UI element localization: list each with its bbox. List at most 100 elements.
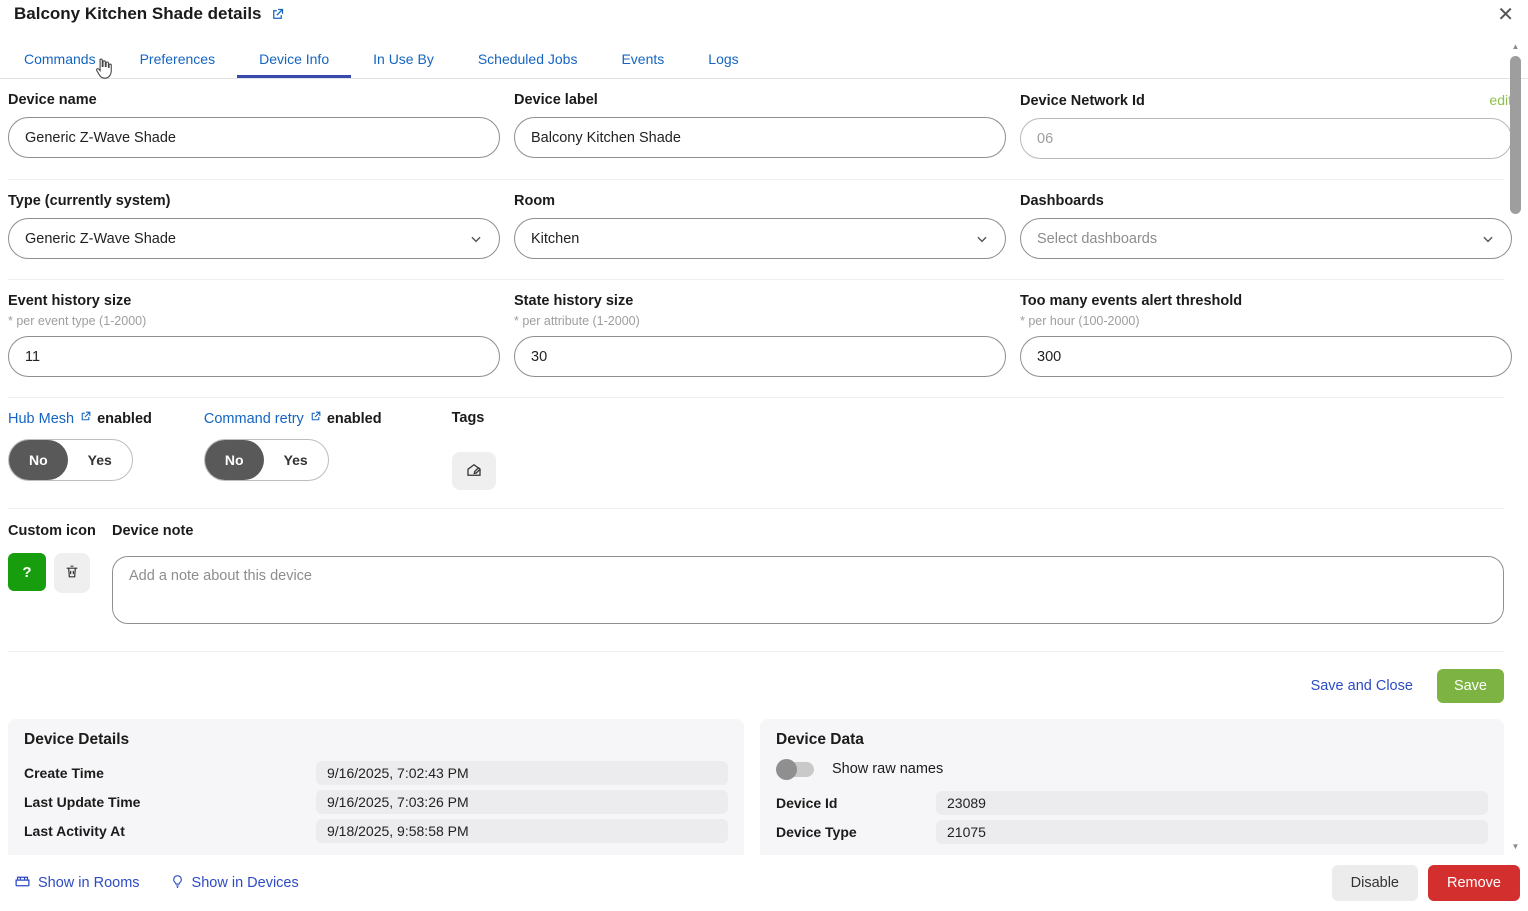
tab-commands[interactable]: Commands — [2, 42, 118, 78]
custom-icon-button[interactable]: ? — [8, 553, 46, 591]
tab-scheduled-jobs[interactable]: Scheduled Jobs — [456, 42, 600, 78]
page-title: Balcony Kitchen Shade details — [14, 4, 262, 24]
header: Balcony Kitchen Shade details ✕ — [0, 0, 1528, 30]
tags-group: Tags — [452, 410, 496, 490]
form-row-note: Custom icon ? Device note — [8, 509, 1504, 652]
state-history-input[interactable] — [514, 336, 1006, 377]
trash-icon — [64, 563, 80, 583]
show-in-devices-link[interactable]: Show in Devices — [170, 873, 299, 894]
hub-mesh-link[interactable]: Hub Mesh — [8, 411, 74, 427]
last-activity-at-value: 9/18/2025, 9:58:58 PM — [316, 819, 728, 843]
table-row: Device Id 23089 — [776, 791, 1488, 815]
open-in-new-icon[interactable] — [270, 7, 285, 22]
device-details-window: Balcony Kitchen Shade details ✕ Commands… — [0, 0, 1528, 911]
room-label: Room — [514, 193, 1006, 209]
device-name-label: Device name — [8, 92, 500, 108]
device-details-panel: Device Details Create Time 9/16/2025, 7:… — [8, 719, 744, 859]
alert-threshold-field-group: Too many events alert threshold * per ho… — [1020, 293, 1512, 377]
save-button[interactable]: Save — [1437, 669, 1504, 703]
device-network-id-label: Device Network Id — [1020, 93, 1145, 109]
device-label-input[interactable] — [514, 117, 1006, 158]
room-field-group: Room Kitchen — [514, 193, 1006, 259]
last-activity-at-label: Last Activity At — [24, 823, 316, 839]
device-id-label: Device Id — [776, 795, 936, 811]
scroll-up-arrow-icon[interactable]: ▲ — [1509, 40, 1522, 53]
toggle-knob — [776, 759, 797, 780]
tab-preferences[interactable]: Preferences — [118, 42, 237, 78]
event-history-field-group: Event history size * per event type (1-2… — [8, 293, 500, 377]
remove-button[interactable]: Remove — [1428, 865, 1520, 901]
vertical-scrollbar[interactable]: ▲ ▼ — [1509, 40, 1522, 853]
open-in-new-icon[interactable] — [309, 410, 322, 427]
tab-bar: Commands Preferences Device Info In Use … — [0, 42, 1528, 79]
device-name-input[interactable] — [8, 117, 500, 158]
device-network-id-input[interactable] — [1020, 118, 1512, 159]
tab-in-use-by[interactable]: In Use By — [351, 42, 456, 78]
device-type-value: 21075 — [936, 820, 1488, 844]
tab-device-info[interactable]: Device Info — [237, 42, 351, 78]
lightbulb-icon — [170, 873, 185, 894]
last-update-time-value: 9/16/2025, 7:03:26 PM — [316, 790, 728, 814]
dashboards-select[interactable]: Select dashboards — [1020, 218, 1512, 259]
form-row-type-room: Type (currently system) Generic Z-Wave S… — [8, 180, 1504, 280]
info-panels: Device Details Create Time 9/16/2025, 7:… — [8, 719, 1504, 859]
table-row: Last Activity At 9/18/2025, 9:58:58 PM — [24, 819, 728, 843]
event-history-hint: * per event type (1-2000) — [8, 314, 500, 328]
state-history-hint: * per attribute (1-2000) — [514, 314, 1006, 328]
scroll-down-arrow-icon[interactable]: ▼ — [1509, 840, 1522, 853]
open-in-new-icon[interactable] — [79, 410, 92, 427]
scrollbar-thumb[interactable] — [1510, 56, 1521, 214]
show-in-devices-label: Show in Devices — [192, 875, 299, 891]
device-network-id-field-group: Device Network Id edit — [1020, 92, 1512, 159]
room-select[interactable]: Kitchen — [514, 218, 1006, 259]
alert-threshold-hint: * per hour (100-2000) — [1020, 314, 1512, 328]
close-icon[interactable]: ✕ — [1497, 5, 1514, 25]
custom-icon-label: Custom icon — [8, 523, 112, 539]
command-retry-yes-option[interactable]: Yes — [264, 440, 328, 480]
show-raw-names-toggle[interactable] — [778, 762, 814, 777]
show-in-rooms-link[interactable]: Show in Rooms — [14, 873, 140, 894]
edit-tags-button[interactable] — [452, 452, 496, 490]
custom-icon-group: Custom icon ? — [8, 523, 112, 629]
room-icon — [14, 873, 31, 894]
last-update-time-label: Last Update Time — [24, 794, 316, 810]
tab-logs[interactable]: Logs — [686, 42, 760, 78]
device-note-group: Device note — [112, 523, 1504, 629]
command-retry-no-option[interactable]: No — [205, 440, 264, 480]
room-select-value: Kitchen — [531, 231, 579, 247]
command-retry-link[interactable]: Command retry — [204, 411, 304, 427]
command-retry-toggle[interactable]: No Yes — [204, 439, 329, 481]
event-history-label: Event history size — [8, 293, 500, 309]
device-note-textarea[interactable] — [112, 556, 1504, 624]
hub-mesh-toggle[interactable]: No Yes — [8, 439, 133, 481]
disable-button[interactable]: Disable — [1332, 865, 1418, 901]
device-label-field-group: Device label — [514, 92, 1006, 159]
tags-label: Tags — [452, 410, 485, 426]
save-actions: Save and Close Save — [8, 652, 1504, 719]
hub-mesh-group: Hub Mesh enabled No Yes — [8, 410, 152, 490]
device-data-title: Device Data — [776, 731, 1488, 749]
chevron-down-icon — [975, 232, 989, 250]
save-and-close-link[interactable]: Save and Close — [1311, 678, 1413, 694]
device-note-label: Device note — [112, 523, 1504, 539]
dashboards-field-group: Dashboards Select dashboards — [1020, 193, 1512, 259]
device-label-label: Device label — [514, 92, 1006, 108]
tag-edit-icon — [465, 461, 483, 482]
tab-events[interactable]: Events — [599, 42, 686, 78]
form-row-identity: Device name Device label Device Network … — [8, 79, 1504, 180]
event-history-input[interactable] — [8, 336, 500, 377]
type-select[interactable]: Generic Z-Wave Shade — [8, 218, 500, 259]
device-name-field-group: Device name — [8, 92, 500, 159]
device-data-panel: Device Data Show raw names Device Id 230… — [760, 719, 1504, 859]
command-retry-group: Command retry enabled No Yes — [204, 410, 382, 490]
hub-mesh-yes-option[interactable]: Yes — [68, 440, 132, 480]
hub-mesh-no-option[interactable]: No — [9, 440, 68, 480]
alert-threshold-input[interactable] — [1020, 336, 1512, 377]
create-time-value: 9/16/2025, 7:02:43 PM — [316, 761, 728, 785]
device-type-label: Device Type — [776, 824, 936, 840]
show-raw-names-label: Show raw names — [832, 761, 943, 777]
delete-icon-button[interactable] — [54, 553, 90, 593]
chevron-down-icon — [469, 232, 483, 250]
form-row-history: Event history size * per event type (1-2… — [8, 280, 1504, 398]
table-row: Device Type 21075 — [776, 820, 1488, 844]
